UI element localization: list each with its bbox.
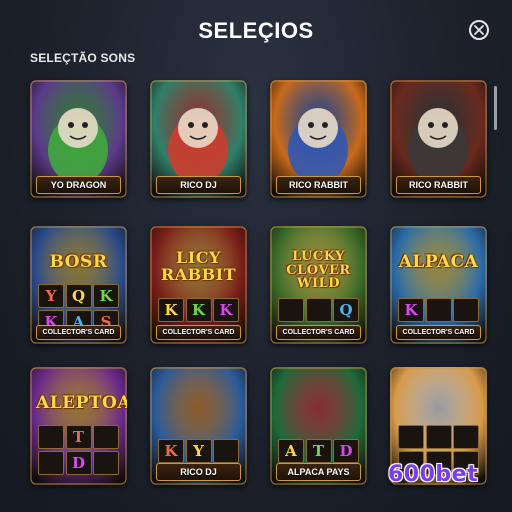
reel-symbol: Y — [38, 284, 64, 308]
reel-symbol: K — [213, 298, 239, 322]
reel-symbol — [38, 451, 64, 475]
game-logo: ALPACA — [398, 252, 479, 272]
reel-symbol: D — [65, 451, 92, 475]
page-title: SELEÇIOS — [198, 18, 314, 43]
reel-symbol — [453, 298, 479, 322]
game-card[interactable]: ALPACA K COLLECTOR'S CARD — [390, 226, 487, 344]
reel-symbol: K — [93, 284, 119, 308]
reel-symbol — [453, 425, 479, 449]
game-card[interactable]: A T D ALPACA PAYS — [270, 367, 367, 485]
close-button[interactable] — [469, 20, 489, 40]
reel-symbol: Q — [65, 284, 92, 308]
game-card[interactable]: K Y RICO DJ — [150, 367, 247, 485]
watermark-logo: 600bet — [388, 462, 479, 487]
reel-row: ATD — [278, 439, 359, 463]
reel-symbol — [213, 439, 239, 463]
reel-symbol — [398, 425, 424, 449]
game-card-label: RICO DJ — [156, 176, 241, 194]
reel-row: D — [38, 451, 119, 475]
reel-symbol: A — [278, 439, 304, 463]
reel-row: Q — [278, 298, 359, 322]
game-card[interactable]: ALEPTOA T D — [30, 367, 127, 485]
game-logo: LICY RABBIT — [160, 248, 237, 284]
scrollbar[interactable] — [494, 86, 497, 130]
reel-symbol: D — [333, 439, 359, 463]
reel-symbol: K — [158, 298, 184, 322]
game-card[interactable]: YO DRAGON — [30, 80, 127, 198]
close-circle-icon — [474, 25, 484, 35]
game-card[interactable]: RICO RABBIT — [270, 80, 367, 198]
reel-row: K — [398, 298, 479, 322]
game-card-label: RICO DJ — [156, 463, 241, 481]
reel-row: T — [38, 425, 119, 449]
game-card-label: ALPACA PAYS — [276, 463, 361, 481]
game-card-label: COLLECTOR'S CARD — [276, 325, 361, 340]
reel-row — [398, 425, 479, 449]
game-card[interactable]: RICO RABBIT — [390, 80, 487, 198]
reel-symbol: T — [305, 439, 332, 463]
reel-symbol: T — [65, 425, 92, 449]
reel-row: KY — [158, 439, 239, 463]
reel-symbol — [278, 298, 304, 322]
game-card[interactable]: LUCKY CLOVER WILD Q COLLECTOR'S CARD — [270, 226, 367, 344]
section-label: SELEÇTÃO SONS — [30, 51, 136, 65]
reel-symbol: Q — [333, 298, 359, 322]
game-card-label: COLLECTOR'S CARD — [156, 325, 241, 340]
reel-symbol: Y — [185, 439, 212, 463]
game-card[interactable]: RICO DJ — [150, 80, 247, 198]
reel-symbol: K — [158, 439, 184, 463]
reel-symbol — [38, 425, 64, 449]
game-logo: BOSR — [49, 252, 108, 272]
reel-symbol — [305, 298, 332, 322]
reel-symbol — [425, 298, 452, 322]
reel-symbol — [93, 451, 119, 475]
reel-row: KKK — [158, 298, 239, 322]
game-card-label: YO DRAGON — [36, 176, 121, 194]
reel-symbol — [93, 425, 119, 449]
reel-symbol: K — [185, 298, 212, 322]
reel-row: YQK — [38, 284, 119, 308]
game-logo: LUCKY CLOVER WILD — [286, 249, 351, 292]
game-card[interactable]: BOSR Y Q K K A S COLLECTOR'S CARD — [30, 226, 127, 344]
game-card-label: RICO RABBIT — [276, 176, 361, 194]
reel-symbol — [425, 425, 452, 449]
game-logo: ALEPTOA — [36, 393, 127, 413]
game-card-label: RICO RABBIT — [396, 176, 481, 194]
game-card-label: COLLECTOR'S CARD — [396, 325, 481, 340]
reel-symbol: K — [398, 298, 424, 322]
game-card-label: COLLECTOR'S CARD — [36, 325, 121, 340]
game-card[interactable]: LICY RABBIT K K K COLLECTOR'S CARD — [150, 226, 247, 344]
